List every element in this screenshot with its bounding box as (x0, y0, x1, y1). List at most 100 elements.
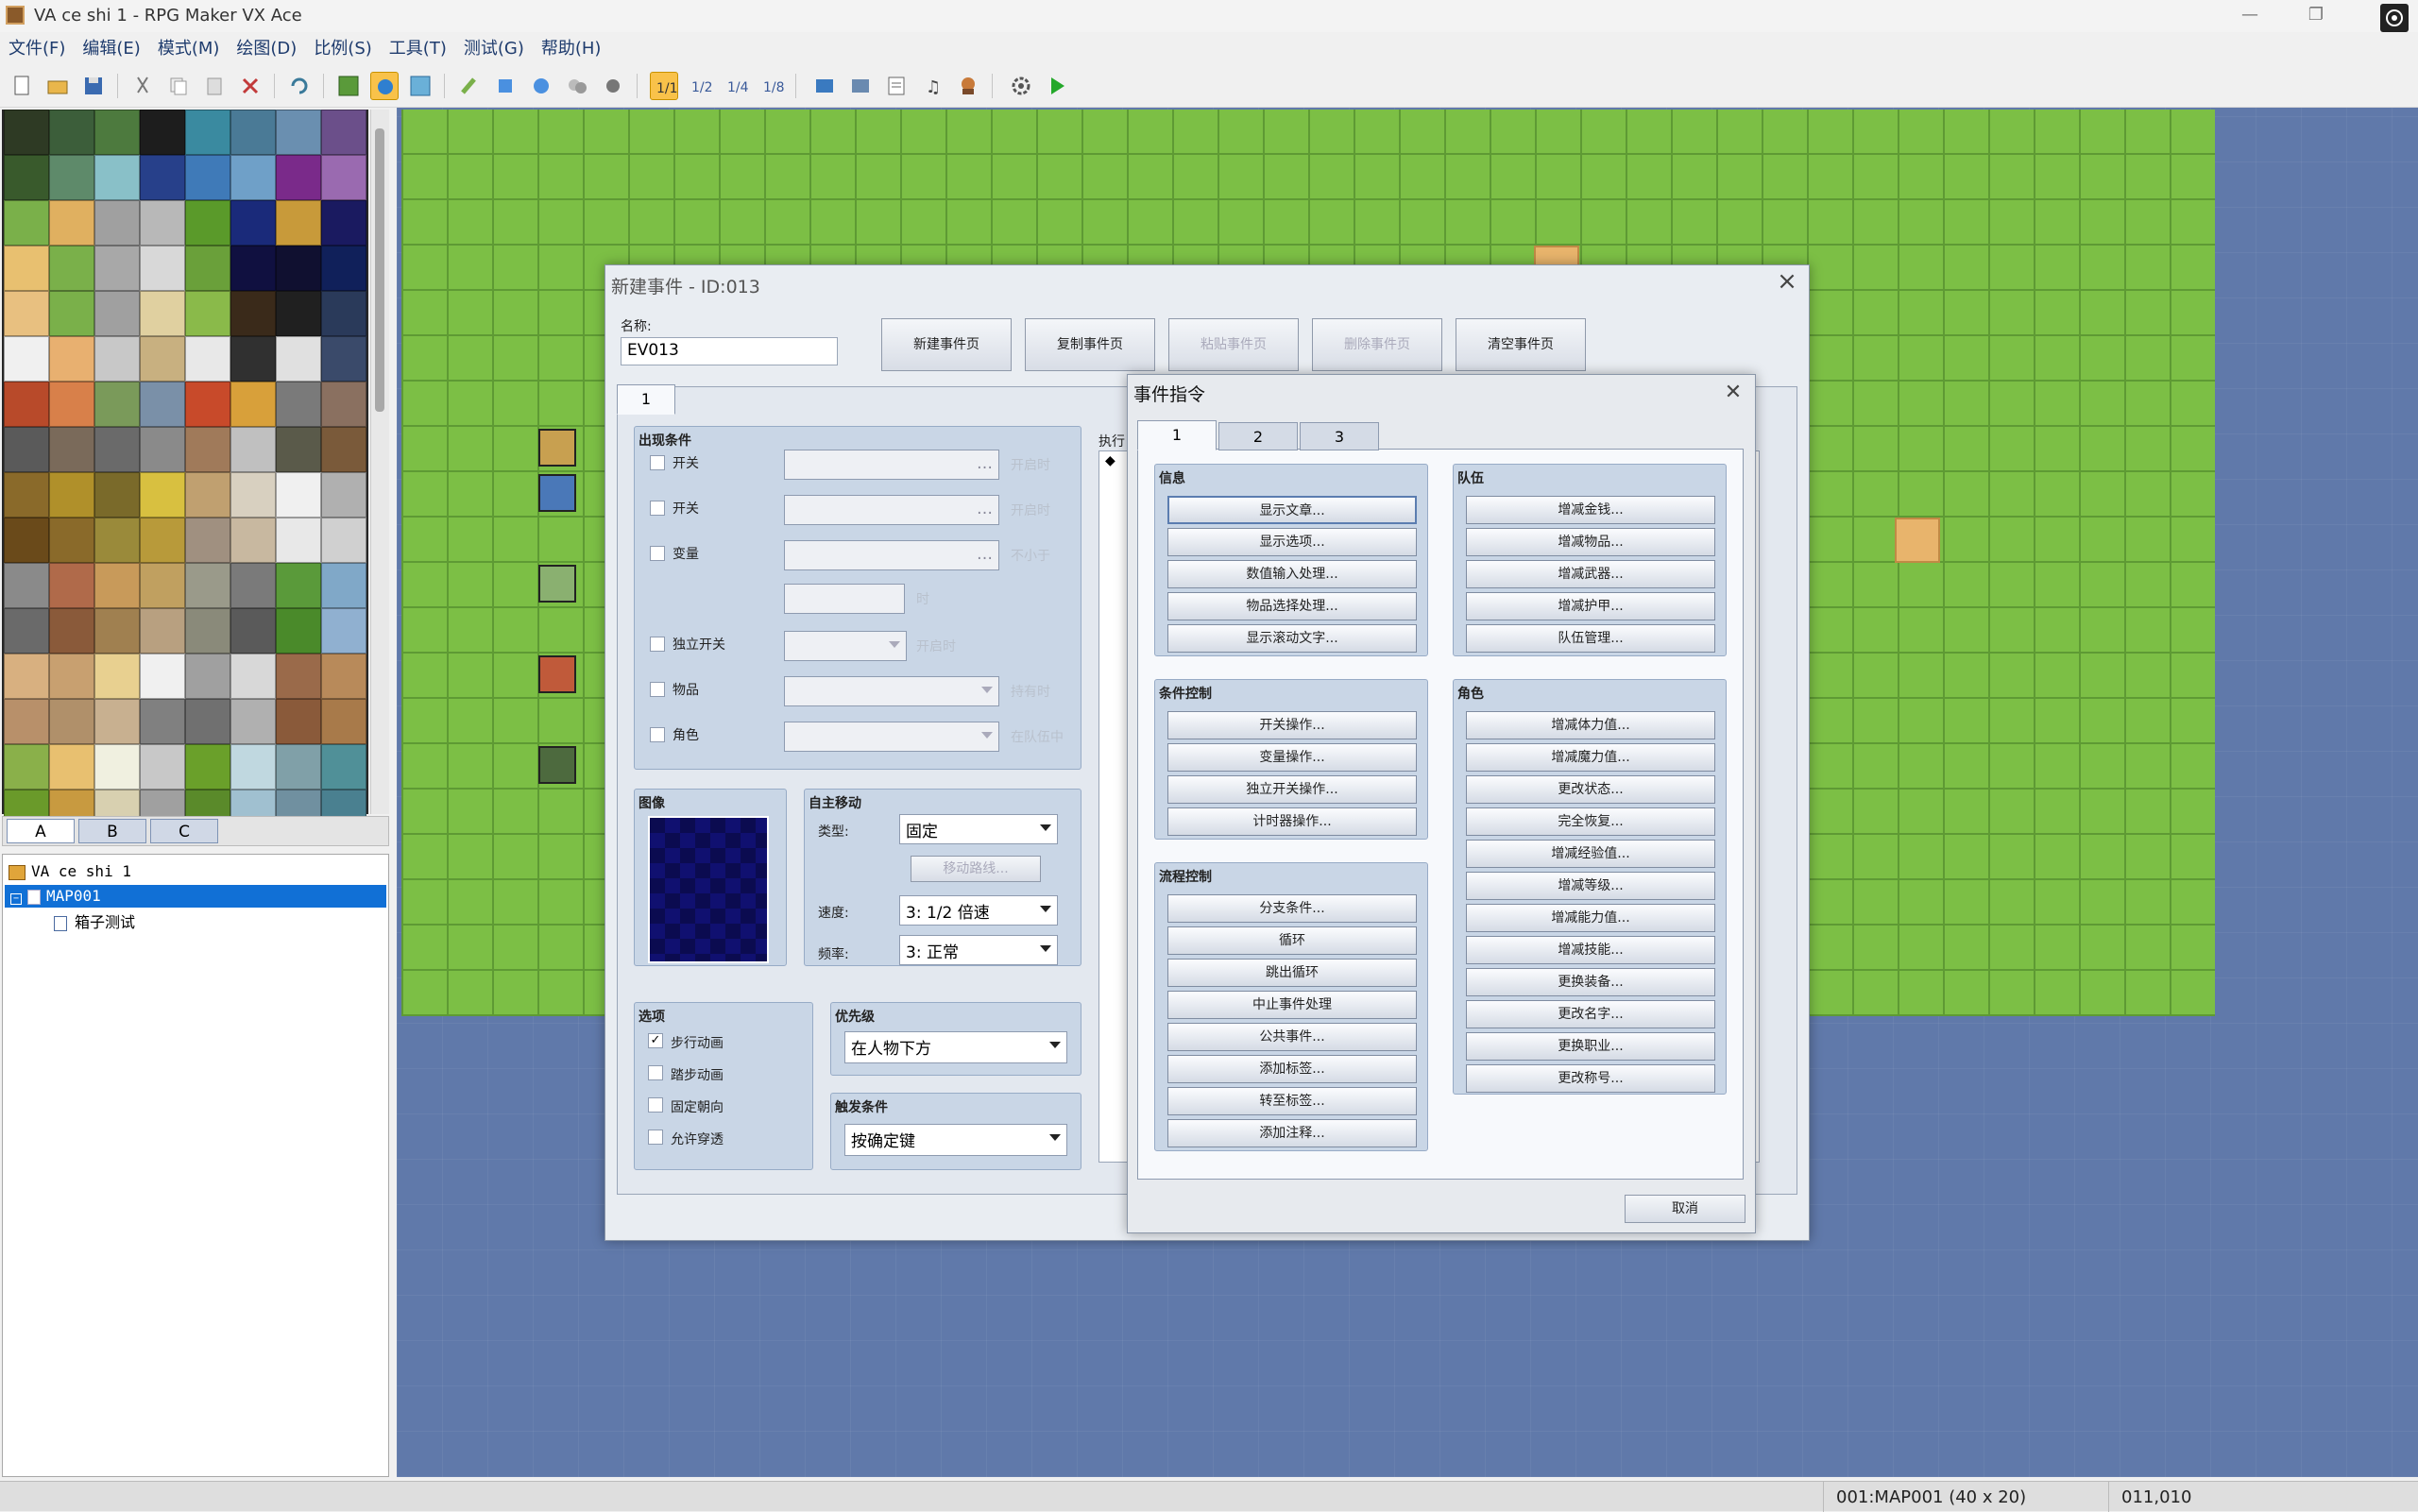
actor-command-button[interactable]: 增减技能... (1466, 936, 1715, 964)
event-dialog-close-icon[interactable]: × (1773, 267, 1801, 296)
tile-swatch[interactable] (276, 654, 321, 699)
tileset-palette[interactable] (2, 110, 368, 835)
tile-swatch[interactable] (140, 246, 185, 291)
tile-swatch[interactable] (49, 654, 94, 699)
tile-swatch[interactable] (276, 291, 321, 336)
tile-swatch[interactable] (4, 110, 49, 155)
tile-swatch[interactable] (49, 472, 94, 518)
scrollbar-thumb[interactable] (375, 128, 384, 412)
actor-command-button[interactable]: 更换职业... (1466, 1032, 1715, 1061)
tile-swatch[interactable] (276, 336, 321, 382)
tile-swatch[interactable] (185, 654, 230, 699)
move-frequency-select[interactable]: 3: 正常 (899, 935, 1058, 965)
tile-swatch[interactable] (94, 654, 140, 699)
variable-checkbox[interactable] (650, 546, 665, 561)
tile-swatch[interactable] (321, 382, 366, 427)
tile-swatch[interactable] (49, 110, 94, 155)
actor-command-button[interactable]: 增减等级... (1466, 872, 1715, 900)
switch1-checkbox[interactable] (650, 455, 665, 470)
actor-checkbox[interactable] (650, 727, 665, 742)
tile-swatch[interactable] (49, 608, 94, 654)
clear-event-page-button[interactable]: 清空事件页 (1456, 318, 1586, 371)
tree-child-map[interactable]: 箱子测试 (54, 911, 135, 934)
switch2-checkbox[interactable] (650, 501, 665, 516)
tileset-tab-c[interactable]: C (150, 819, 218, 843)
walk-anim-checkbox[interactable]: ✓ (648, 1033, 663, 1048)
tile-swatch[interactable] (94, 291, 140, 336)
move-type-select[interactable]: 固定 (899, 814, 1058, 844)
tile-swatch[interactable] (94, 382, 140, 427)
flow-control-command-button[interactable]: 中止事件处理 (1167, 991, 1417, 1019)
tile-swatch[interactable] (140, 155, 185, 200)
tile-swatch[interactable] (94, 608, 140, 654)
tile-swatch[interactable] (230, 155, 276, 200)
tile-swatch[interactable] (230, 246, 276, 291)
message-command-button[interactable]: 数值输入处理... (1167, 560, 1417, 588)
flow-control-command-button[interactable]: 跳出循环 (1167, 959, 1417, 987)
menu-edit[interactable]: 编辑(E) (74, 34, 148, 64)
resource-manager-icon[interactable] (846, 72, 875, 100)
tile-swatch[interactable] (276, 608, 321, 654)
tile-swatch[interactable] (321, 246, 366, 291)
event-placeholder[interactable] (538, 746, 576, 784)
item-select[interactable] (784, 676, 999, 706)
tile-swatch[interactable] (140, 654, 185, 699)
tile-swatch[interactable] (94, 336, 140, 382)
flow-control-command-button[interactable]: 添加标签... (1167, 1055, 1417, 1083)
new-event-page-button[interactable]: 新建事件页 (881, 318, 1012, 371)
tile-swatch[interactable] (230, 427, 276, 472)
actor-command-button[interactable]: 更换装备... (1466, 968, 1715, 996)
script-editor-icon[interactable] (882, 72, 911, 100)
settings-gear-icon[interactable] (1007, 72, 1035, 100)
tile-swatch[interactable] (140, 472, 185, 518)
corner-settings-icon[interactable] (2380, 4, 2409, 32)
through-checkbox[interactable] (648, 1130, 663, 1145)
flood-fill-icon[interactable] (563, 72, 591, 100)
actor-command-button[interactable]: 增减能力值... (1466, 904, 1715, 932)
open-project-icon[interactable] (43, 72, 72, 100)
tile-swatch[interactable] (185, 336, 230, 382)
scale-1-4-icon[interactable]: 1/4 (722, 72, 750, 100)
event-graphic-preview[interactable] (648, 816, 769, 963)
tile-swatch[interactable] (321, 427, 366, 472)
tile-swatch[interactable] (140, 382, 185, 427)
message-command-button[interactable]: 显示选项... (1167, 528, 1417, 556)
tile-swatch[interactable] (49, 744, 94, 790)
restore-button[interactable]: ❐ (2295, 2, 2337, 28)
shadow-pen-icon[interactable] (599, 72, 627, 100)
tile-swatch[interactable] (140, 291, 185, 336)
flow-control-command-button[interactable]: 循环 (1167, 926, 1417, 955)
event-name-input[interactable]: EV013 (621, 337, 838, 365)
self-switch-select[interactable] (784, 631, 907, 661)
actor-command-button[interactable]: 更改状态... (1466, 775, 1715, 804)
game-progress-command-button[interactable]: 开关操作... (1167, 711, 1417, 739)
menu-file[interactable]: 文件(F) (0, 34, 74, 64)
message-command-button[interactable]: 显示文章... (1167, 496, 1417, 524)
playtest-icon[interactable] (1043, 72, 1071, 100)
tile-swatch[interactable] (230, 563, 276, 608)
tile-swatch[interactable] (94, 155, 140, 200)
move-speed-select[interactable]: 3: 1/2 倍速 (899, 895, 1058, 926)
tile-swatch[interactable] (4, 699, 49, 744)
map-sand-tile[interactable] (1895, 518, 1940, 563)
tile-swatch[interactable] (4, 472, 49, 518)
minimize-button[interactable]: — (2229, 2, 2271, 28)
party-command-button[interactable]: 增减金钱... (1466, 496, 1715, 524)
menu-test[interactable]: 测试(G) (455, 34, 533, 64)
tile-swatch[interactable] (140, 699, 185, 744)
delete-icon[interactable] (236, 72, 264, 100)
tile-swatch[interactable] (185, 246, 230, 291)
tile-swatch[interactable] (321, 699, 366, 744)
tile-swatch[interactable] (185, 563, 230, 608)
tile-swatch[interactable] (276, 155, 321, 200)
party-command-button[interactable]: 增减物品... (1466, 528, 1715, 556)
tile-swatch[interactable] (94, 110, 140, 155)
self-switch-checkbox[interactable] (650, 637, 665, 652)
event-sprite-warrior[interactable] (538, 655, 576, 693)
tile-swatch[interactable] (4, 608, 49, 654)
actor-command-button[interactable]: 增减经验值... (1466, 840, 1715, 868)
tile-swatch[interactable] (230, 336, 276, 382)
tile-swatch[interactable] (4, 744, 49, 790)
tile-swatch[interactable] (49, 699, 94, 744)
save-project-icon[interactable] (79, 72, 108, 100)
